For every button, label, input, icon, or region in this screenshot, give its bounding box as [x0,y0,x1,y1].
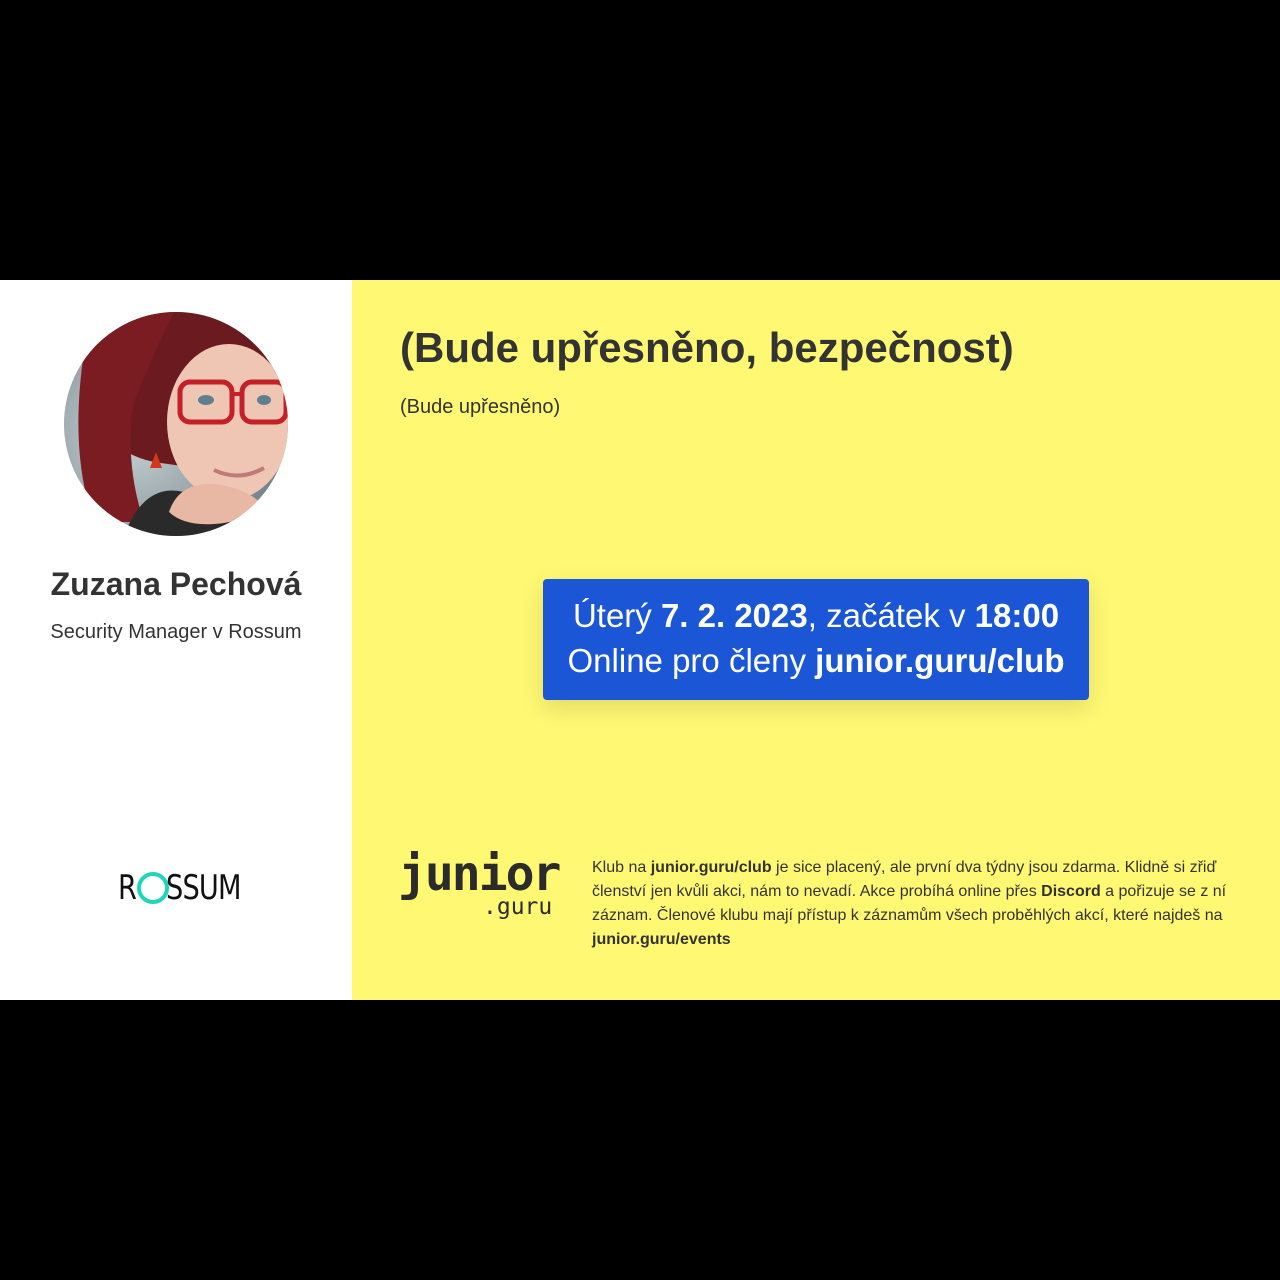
event-date: 7. 2. 2023 [660,597,808,634]
rossum-o-ring [136,872,169,904]
event-date-box: Úterý 7. 2. 2023, začátek v 18:00 Online… [543,579,1089,700]
club-info-text: Klub na junior.guru/club je sice placený… [592,859,1227,948]
event-card: Zuzana Pechová Security Manager v Rossum… [0,280,1280,1000]
event-online-line: Online pro členy junior.guru/club [567,642,1065,679]
speaker-photo [64,312,288,536]
event-subtitle: (Bude upřesněno) [400,396,561,418]
event-time: 18:00 [974,597,1060,634]
discord-link: Discord [1041,883,1101,900]
speaker-role: Security Manager v Rossum [50,621,302,643]
event-title: (Bude upřesněno, bezpečnost) [400,324,1014,371]
junior-guru-logo: junior .guru [398,846,561,920]
speaker-panel: Zuzana Pechová Security Manager v Rossum… [0,280,352,1000]
club-link: junior.guru/club [650,859,772,876]
events-link: junior.guru/events [592,931,731,948]
rossum-logo: R SSUM [118,868,241,908]
club-url: junior.guru/club [815,642,1065,679]
event-date-line: Úterý 7. 2. 2023, začátek v 18:00 [572,597,1060,634]
speaker-name: Zuzana Pechová [50,566,302,602]
event-panel: (Bude upřesněno, bezpečnost) (Bude upřes… [352,280,1280,1000]
